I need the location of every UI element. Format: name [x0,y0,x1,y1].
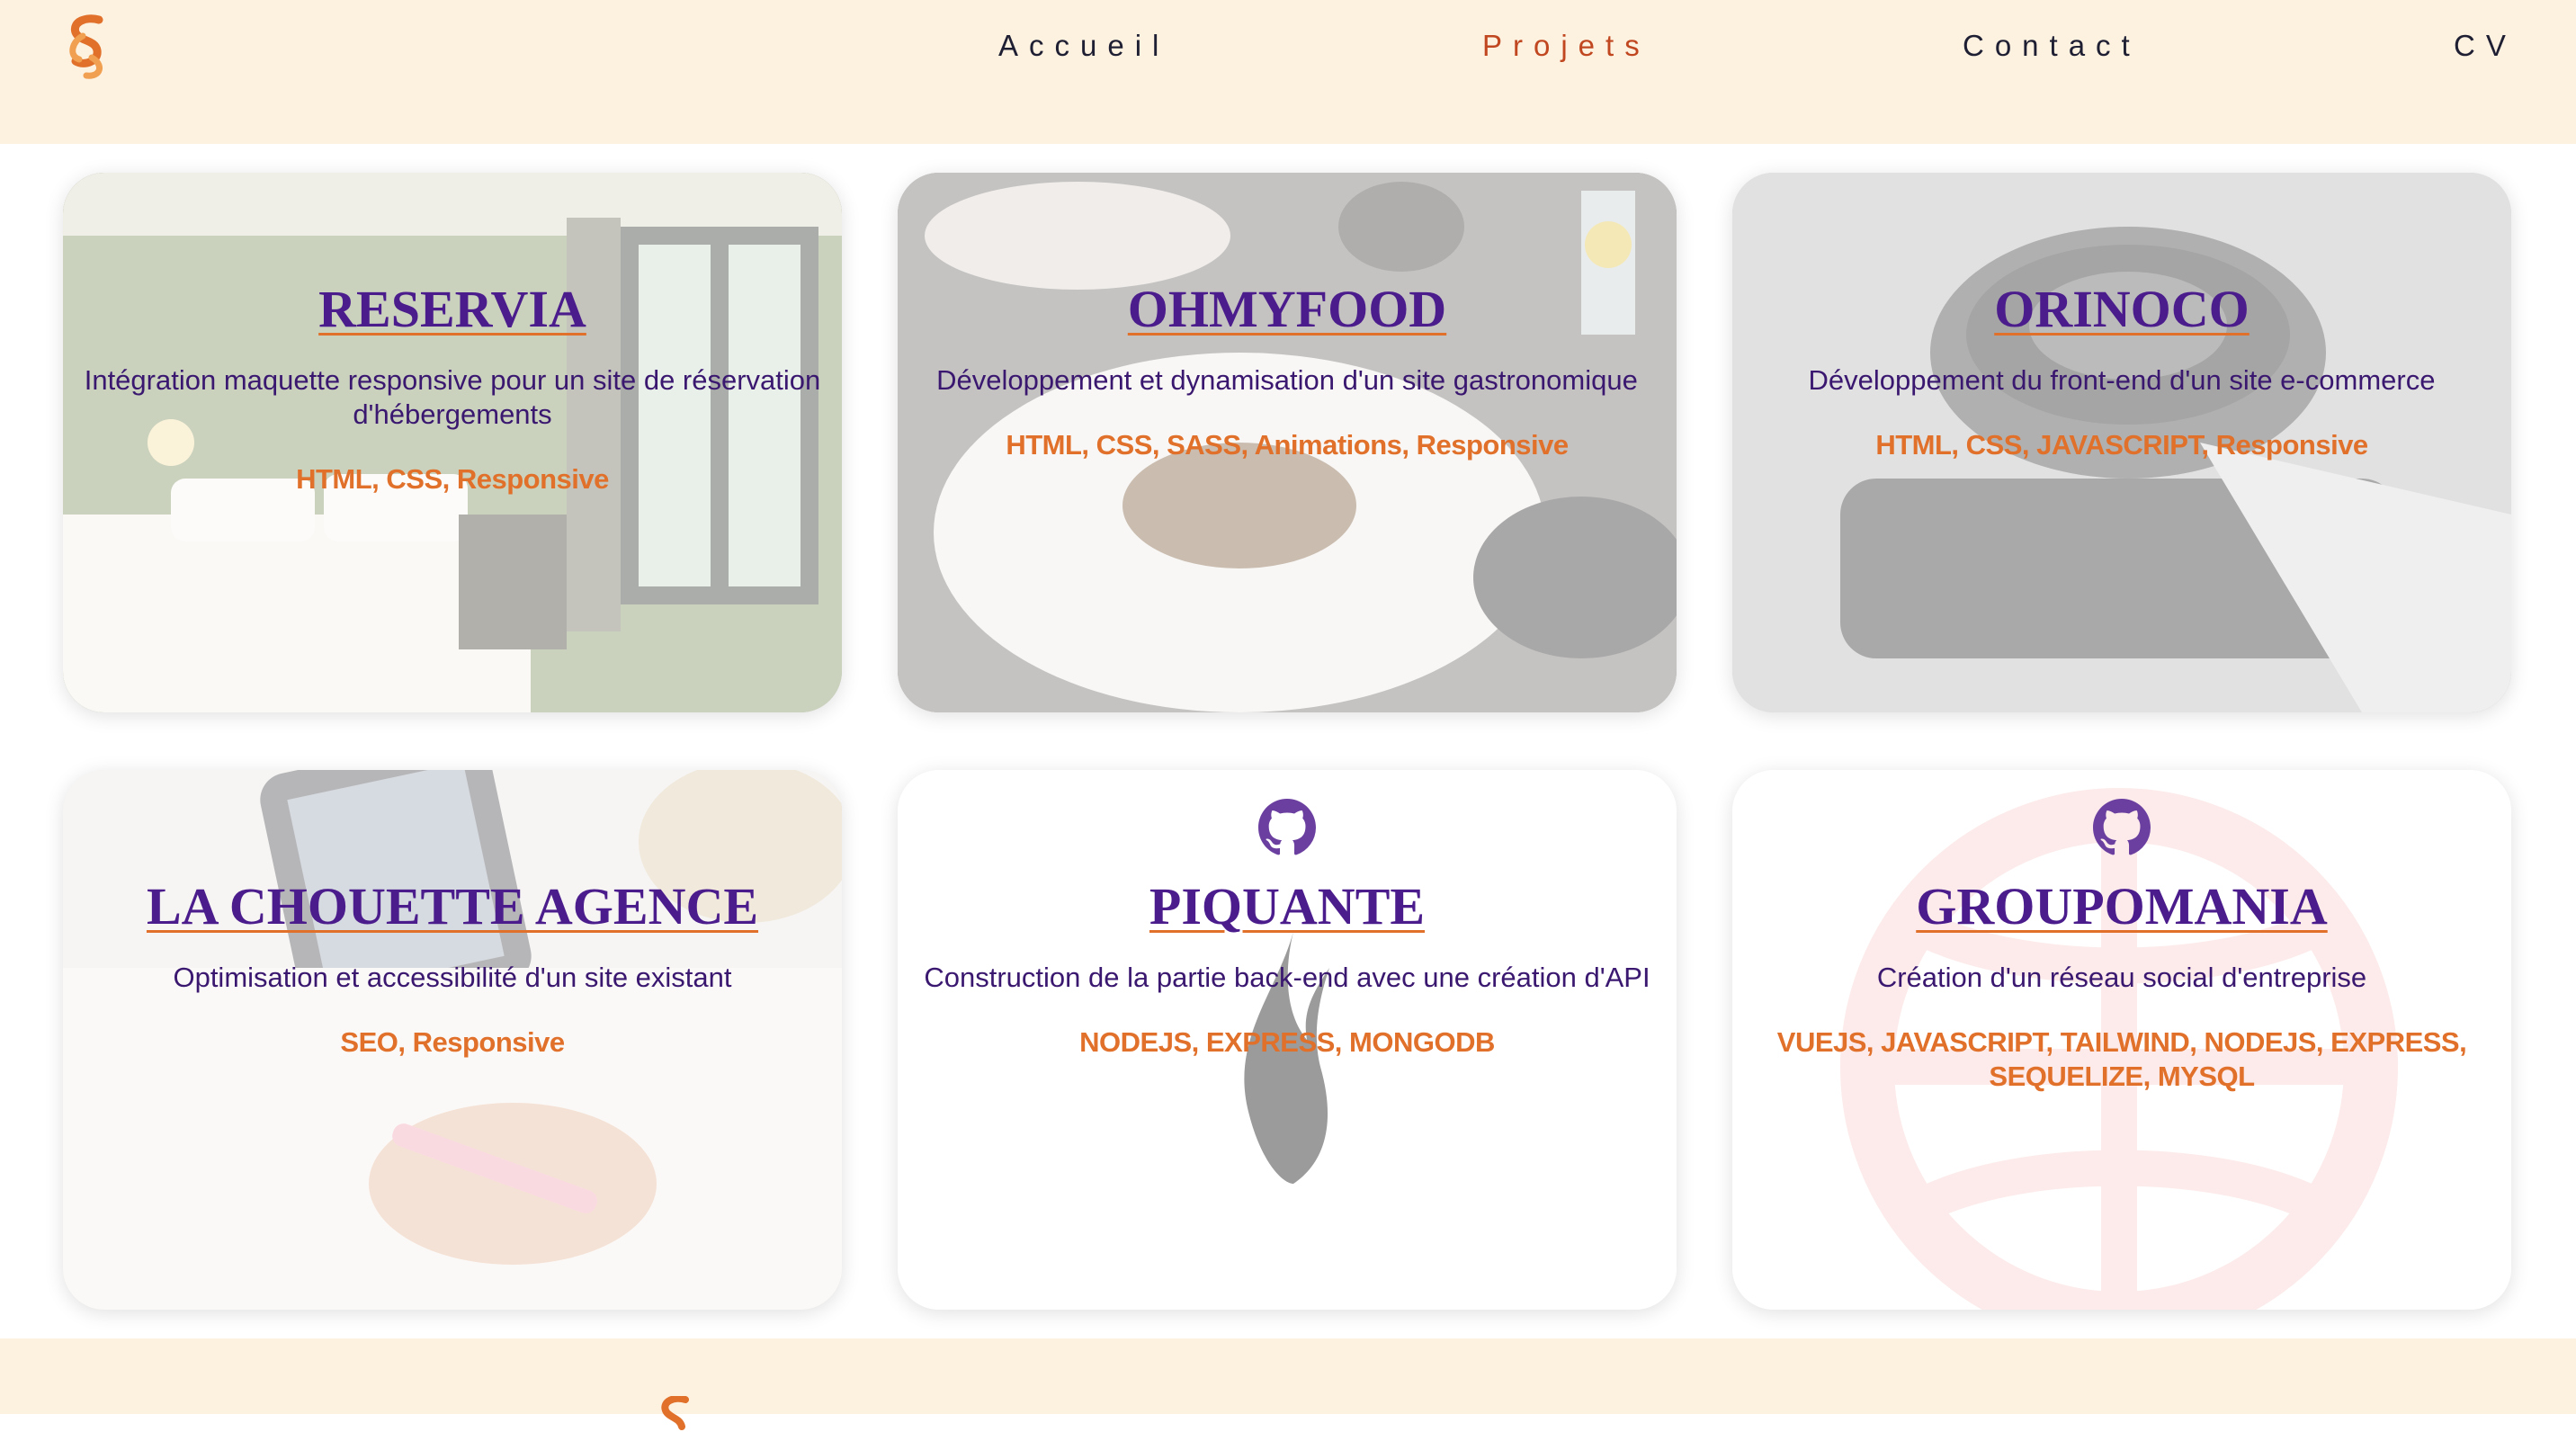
project-card-orinoco[interactable]: ORINOCO Développement du front-end d'un … [1732,173,2511,712]
project-title[interactable]: LA CHOUETTE AGENCE [63,876,842,936]
project-title[interactable]: PIQUANTE [898,876,1677,936]
project-description: Création d'un réseau social d'entreprise [1876,962,2367,993]
ss-monogram-logo[interactable] [59,14,117,81]
nav-contact[interactable]: Contact [1963,29,2141,63]
card-overlay [63,173,842,712]
project-description: Développement et dynamisation d'un site … [936,364,1638,396]
project-card-piquante[interactable]: PIQUANTE Construction de la partie back-… [898,770,1677,1310]
site-footer [0,1338,2576,1430]
project-card-ohmyfood[interactable]: OHMYFOOD Développement et dynamisation d… [898,173,1677,712]
project-tags: SEO, Responsive [340,1026,565,1058]
project-title[interactable]: RESERVIA [63,279,842,339]
nav-cv[interactable]: CV [2454,29,2517,63]
nav-projets[interactable]: Projets [1482,29,1650,63]
project-tags: HTML, CSS, SASS, Animations, Responsive [1006,429,1569,461]
project-title[interactable]: ORINOCO [1732,279,2511,339]
project-description: Développement du front-end d'un site e-c… [1808,364,2436,396]
project-description: Optimisation et accessibilité d'un site … [173,962,732,993]
project-tags: VUEJS, JAVASCRIPT, TAILWIND, NODEJS, EXP… [1776,1026,2467,1092]
ss-monogram-logo[interactable] [649,1396,703,1432]
project-title[interactable]: GROUPOMANIA [1732,876,2511,936]
project-description: Construction de la partie back-end avec … [924,962,1650,993]
project-tags: HTML, CSS, JAVASCRIPT, Responsive [1875,429,2368,461]
project-card-la-chouette-agence[interactable]: LA CHOUETTE AGENCE Optimisation et acces… [63,770,842,1310]
project-description: Intégration maquette responsive pour un … [84,364,821,430]
project-tags: NODEJS, EXPRESS, MONGODB [1079,1026,1495,1058]
github-icon[interactable] [2093,799,2151,856]
project-card-groupomania[interactable]: GROUPOMANIA Création d'un réseau social … [1732,770,2511,1310]
nav-accueil[interactable]: Accueil [998,29,1169,63]
site-header: Accueil Projets Contact CV [0,0,2576,144]
project-title[interactable]: OHMYFOOD [898,279,1677,339]
github-icon[interactable] [1258,799,1316,856]
project-card-reservia[interactable]: RESERVIA Intégration maquette responsive… [63,173,842,712]
project-tags: HTML, CSS, Responsive [296,463,609,495]
